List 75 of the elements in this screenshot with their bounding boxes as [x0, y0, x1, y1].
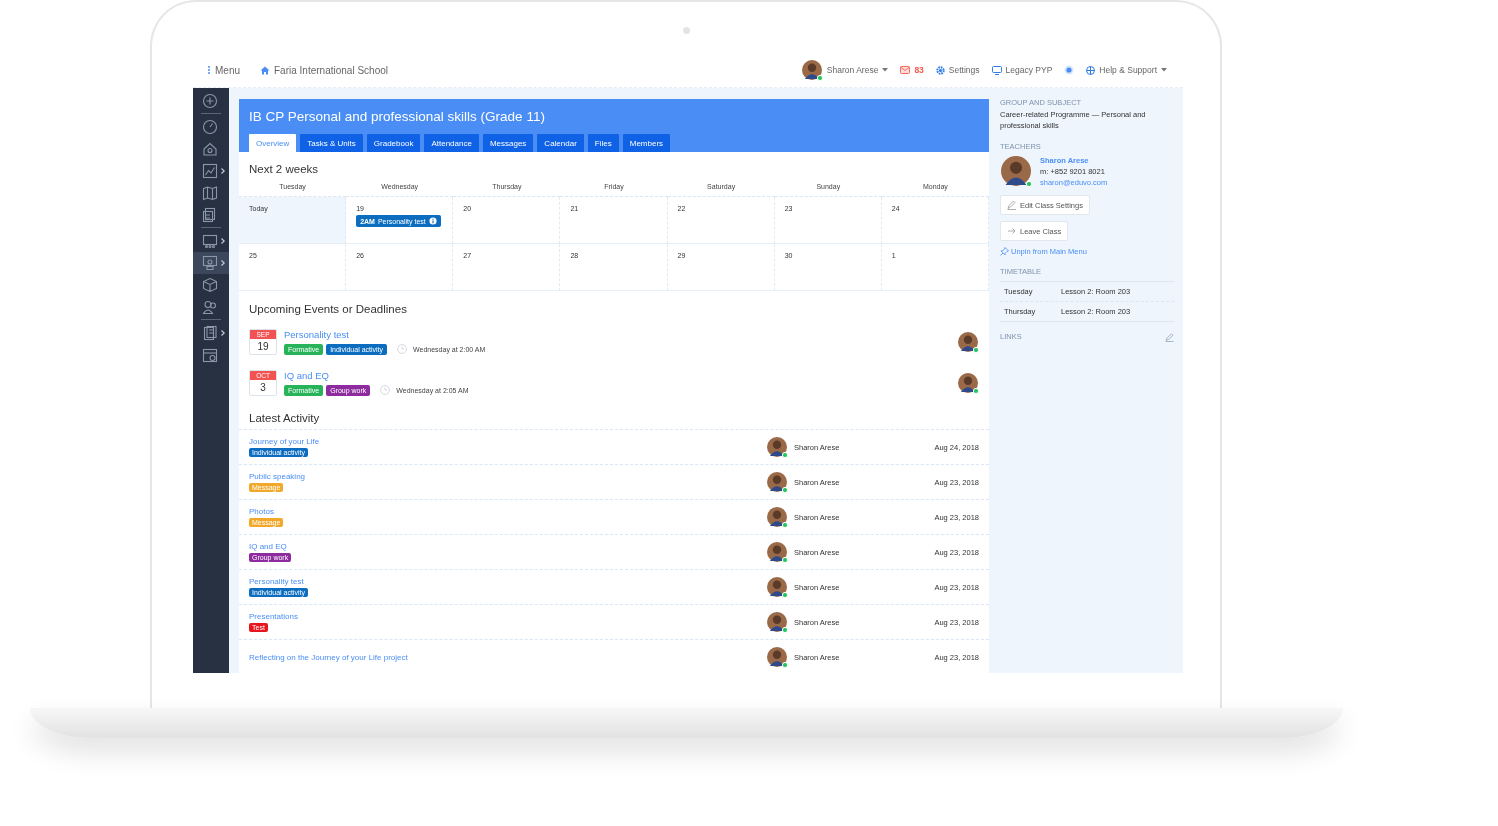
settings-icon	[935, 65, 945, 75]
legacy-pyp-button[interactable]: Legacy PYP	[991, 65, 1053, 75]
tab[interactable]: Attendance	[424, 134, 479, 152]
avatar	[957, 371, 979, 394]
sidebar-icon	[202, 347, 218, 363]
school-link[interactable]: Faria International School	[260, 64, 388, 76]
day-number: 3	[259, 380, 267, 395]
avatar	[1000, 155, 1032, 187]
settings-button[interactable]: Settings	[935, 65, 980, 75]
messages-button[interactable]: 83	[900, 65, 924, 75]
pencil-icon	[1007, 200, 1017, 210]
sidebar-icon	[202, 141, 218, 157]
activity-link[interactable]: Public speaking	[249, 472, 760, 481]
clock-icon	[380, 385, 391, 395]
event-link[interactable]: Personality test	[284, 328, 950, 340]
globe-icon	[1086, 65, 1096, 75]
caret-icon	[1161, 68, 1167, 72]
sidebar-icon	[202, 277, 218, 293]
avatar	[766, 541, 788, 563]
day-number: 19	[256, 339, 270, 354]
menu-icon	[207, 65, 211, 75]
camera-dot	[682, 27, 690, 34]
event-link[interactable]: IQ and EQ	[284, 369, 950, 381]
pencil-icon	[1165, 333, 1174, 342]
tab[interactable]: Members	[622, 134, 671, 152]
menu-button[interactable]: Menu	[207, 64, 240, 76]
activity-link[interactable]: Journey of your Life	[249, 437, 760, 446]
activity-link[interactable]: IQ and EQ	[249, 542, 760, 551]
sidebar-item[interactable]	[193, 252, 229, 274]
sidebar-icon	[202, 299, 218, 315]
home-icon	[260, 65, 270, 75]
avatar	[766, 646, 788, 668]
avatar	[766, 471, 788, 493]
activity-link[interactable]: Presentations	[249, 612, 760, 621]
avatar	[800, 59, 823, 81]
user-menu[interactable]: Sharon Arese	[800, 59, 889, 81]
tab[interactable]: Files	[587, 134, 619, 152]
clock-icon	[397, 344, 408, 354]
sidebar-icon	[202, 207, 218, 223]
section-title: Upcoming Events or Deadlines	[248, 302, 408, 317]
class-title: IB CP Personal and professional skills (Grade 11)	[249, 109, 546, 125]
chevron-icon	[221, 168, 225, 174]
chevron-icon	[221, 260, 225, 266]
sidebar-icon	[202, 185, 218, 201]
caret-icon	[882, 68, 889, 72]
tab[interactable]: Messages	[482, 134, 534, 152]
tab[interactable]: Gradebook	[366, 134, 421, 152]
section-title: Next 2 weeks	[248, 162, 320, 177]
avatar	[766, 576, 788, 598]
avatar	[957, 330, 979, 353]
sidebar-icon	[202, 163, 218, 179]
arrow-icon	[1007, 226, 1017, 236]
status-dot-icon	[1064, 65, 1075, 75]
activity-link[interactable]: Personality test	[249, 577, 760, 586]
tab[interactable]: Calendar	[537, 134, 584, 152]
sidebar-icon	[202, 255, 218, 271]
chevron-icon	[221, 330, 225, 336]
sidebar-icon	[202, 325, 218, 341]
avatar	[766, 611, 788, 633]
chevron-icon	[221, 238, 225, 244]
help-support-menu[interactable]: Help & Support	[1086, 65, 1167, 75]
pin-icon	[1000, 247, 1009, 256]
section-title: Latest Activity	[248, 411, 321, 426]
tab[interactable]: Overview	[249, 134, 297, 152]
avatar	[766, 436, 788, 458]
sidebar-icon	[202, 119, 218, 135]
sidebar-icon	[202, 233, 218, 249]
activity-link[interactable]: Reflecting on the Journey of your Life project	[249, 652, 760, 662]
sidebar-icon	[202, 93, 218, 109]
envelope-icon	[900, 66, 911, 74]
tab[interactable]: Tasks & Units	[300, 134, 363, 152]
info-icon	[428, 217, 437, 225]
avatar	[766, 506, 788, 528]
monitor-icon	[991, 65, 1002, 75]
activity-link[interactable]: Photos	[249, 507, 760, 516]
